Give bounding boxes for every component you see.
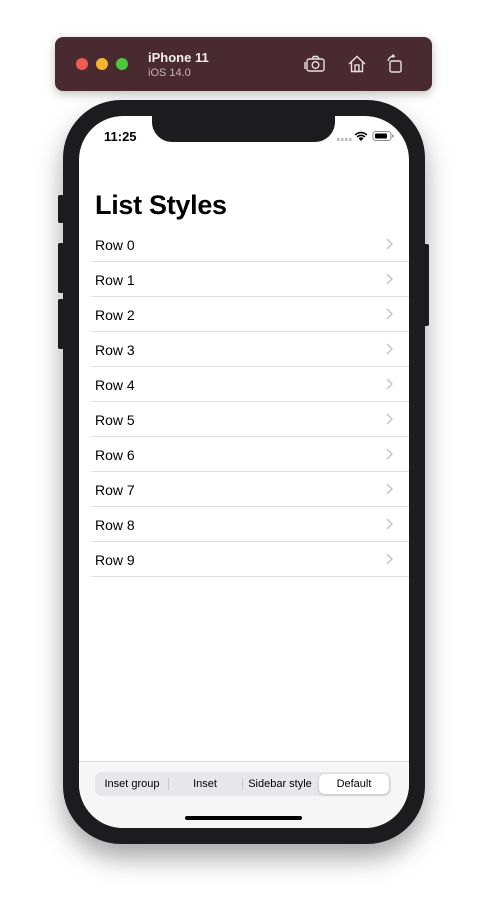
list-row[interactable]: Row 7 [91, 472, 409, 507]
cellular-icon [337, 138, 352, 141]
volume-up-button [58, 243, 64, 293]
list-row[interactable]: Row 3 [91, 332, 409, 367]
chevron-right-icon [386, 553, 393, 565]
segment-sidebar-style[interactable]: Sidebar style [243, 774, 317, 794]
rotate-icon[interactable] [383, 52, 407, 76]
row-label: Row 1 [95, 272, 135, 288]
home-icon[interactable] [345, 52, 369, 76]
battery-icon [372, 131, 394, 141]
list-row[interactable]: Row 8 [91, 507, 409, 542]
wifi-icon [354, 131, 368, 141]
segment-inset-group[interactable]: Inset group [97, 774, 167, 794]
list-row[interactable]: Row 2 [91, 297, 409, 332]
notch [152, 116, 335, 142]
chevron-right-icon [386, 518, 393, 530]
segment-inset[interactable]: Inset [169, 774, 241, 794]
close-window-button[interactable] [76, 58, 88, 70]
list-row[interactable]: Row 6 [91, 437, 409, 472]
chevron-right-icon [386, 308, 393, 320]
row-label: Row 6 [95, 447, 135, 463]
chevron-right-icon [386, 378, 393, 390]
list-row[interactable]: Row 4 [91, 367, 409, 402]
list-row[interactable]: Row 0 [91, 227, 409, 262]
chevron-right-icon [386, 413, 393, 425]
list-row[interactable]: Row 5 [91, 402, 409, 437]
mute-switch [58, 195, 64, 223]
row-label: Row 4 [95, 377, 135, 393]
simulator-device-name: iPhone 11 [148, 50, 209, 65]
home-indicator [185, 816, 302, 820]
zoom-window-button[interactable] [116, 58, 128, 70]
minimize-window-button[interactable] [96, 58, 108, 70]
segment-default[interactable]: Default [319, 774, 389, 794]
row-label: Row 8 [95, 517, 135, 533]
page-title: List Styles [95, 190, 227, 220]
row-label: Row 7 [95, 482, 135, 498]
list-style-segmented-control: Inset group Inset Sidebar style Default [95, 772, 391, 796]
row-label: Row 5 [95, 412, 135, 428]
chevron-right-icon [386, 273, 393, 285]
row-label: Row 0 [95, 237, 135, 253]
simulator-title-bar: iPhone 11 iOS 14.0 [55, 37, 432, 91]
list-row[interactable]: Row 9 [91, 542, 409, 577]
row-label: Row 3 [95, 342, 135, 358]
volume-down-button [58, 299, 64, 349]
chevron-right-icon [386, 238, 393, 250]
status-icons [337, 129, 395, 141]
screenshot-icon[interactable] [303, 52, 327, 76]
device-screen: 11:25 List Styles Row 0 Row 1 Row 2 Row … [79, 116, 409, 828]
list-row[interactable]: Row 1 [91, 262, 409, 297]
row-label: Row 9 [95, 552, 135, 568]
chevron-right-icon [386, 343, 393, 355]
chevron-right-icon [386, 448, 393, 460]
simulator-os-version: iOS 14.0 [148, 67, 191, 79]
rows-list: Row 0 Row 1 Row 2 Row 3 Row 4 Row 5 Row … [91, 227, 409, 577]
status-time: 11:25 [104, 129, 137, 144]
side-button [423, 244, 429, 326]
chevron-right-icon [386, 483, 393, 495]
row-label: Row 2 [95, 307, 135, 323]
